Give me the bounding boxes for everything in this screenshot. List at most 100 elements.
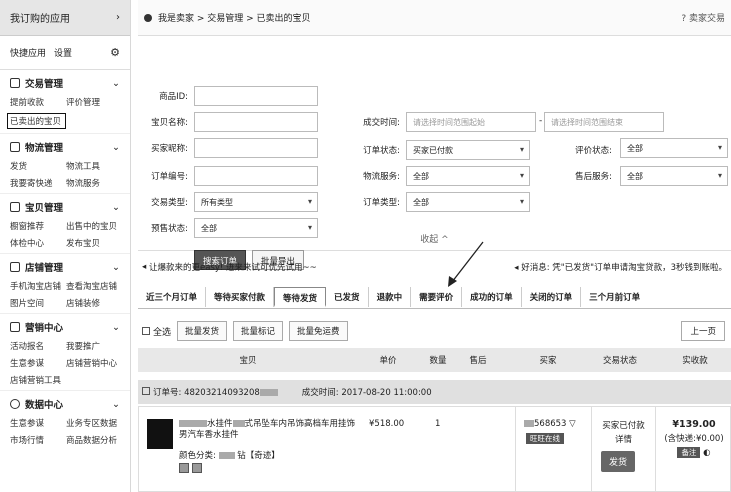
logistics-label: 物流服务: <box>363 172 400 182</box>
sidebar-link[interactable]: 橱窗推荐 <box>10 220 66 232</box>
time-end-input[interactable]: 请选择时间范围结束 <box>544 112 664 132</box>
product-title[interactable]: 水挂件 式吊坠车内吊饰高档车用挂饰 男汽车香水挂件 <box>179 419 359 441</box>
item-name-label: 宝贝名称: <box>151 118 188 128</box>
flag-icon[interactable]: ◐ <box>703 448 710 458</box>
section-header[interactable]: 店铺管理 ⌄ <box>10 260 120 274</box>
tab-older[interactable]: 三个月前订单 <box>581 287 648 307</box>
sidebar-link[interactable]: 商品数据分析 <box>66 434 120 446</box>
trade-type-select[interactable]: 所有类型 <box>194 192 318 212</box>
tab-awaiting-shipment[interactable]: 等待发货 <box>274 287 327 307</box>
table-row: 水挂件 式吊坠车内吊饰高档车用挂饰 男汽车香水挂件 颜色分类: 钻【奇迹】 ¥51… <box>138 406 731 492</box>
section-header[interactable]: 宝贝管理 ⌄ <box>10 200 120 214</box>
tab-need-review[interactable]: 需要评价 <box>411 287 463 307</box>
breadcrumb-text[interactable]: 我是卖家 > 交易管理 > 已卖出的宝贝 <box>158 11 311 24</box>
section-header[interactable]: 物流管理 ⌄ <box>10 140 120 154</box>
tab-closed[interactable]: 关闭的订单 <box>522 287 582 307</box>
tab-awaiting-payment[interactable]: 等待买家付款 <box>206 287 275 307</box>
tab-success[interactable]: 成功的订单 <box>462 287 522 307</box>
sidebar-link[interactable]: 活动报名 <box>10 340 66 352</box>
sidebar-link[interactable]: 店铺装修 <box>66 297 120 309</box>
trade-type-label: 交易类型: <box>151 198 188 208</box>
sidebar-link[interactable]: 生意参谋 <box>10 357 66 369</box>
product-id-label: 商品ID: <box>159 92 188 102</box>
section-header[interactable]: 营销中心 ⌄ <box>10 320 120 334</box>
my-apps-header[interactable]: 我订购的应用 › <box>0 0 130 36</box>
sidebar-link-sold-items[interactable]: 已卖出的宝贝 <box>7 113 66 129</box>
deal-time: 成交时间: 2017-08-20 11:00:00 <box>301 388 432 398</box>
promo-left[interactable]: 让爆款来的更easy! 进来来试可优先试用~~ <box>149 261 317 273</box>
col-qty: 数量 <box>429 356 447 366</box>
col-aftersale: 售后 <box>469 356 487 366</box>
sidebar-link[interactable]: 物流工具 <box>66 160 120 172</box>
product-id-input[interactable] <box>194 86 318 106</box>
order-no-label: 订单编号: <box>151 172 188 182</box>
tab-recent[interactable]: 近三个月订单 <box>138 287 207 307</box>
settings-link[interactable]: 设置 <box>54 46 72 59</box>
product-sku: 颜色分类: 钻【奇迹】 <box>179 449 280 461</box>
quick-apps-label[interactable]: 快捷应用 <box>10 46 46 59</box>
sidebar-link[interactable]: 提前收款 <box>10 96 66 108</box>
gear-icon[interactable]: ⚙ <box>110 46 120 59</box>
range-dash: - <box>539 116 543 126</box>
sidebar-link[interactable]: 图片空间 <box>10 297 66 309</box>
detail-link[interactable]: 详情 <box>592 433 655 445</box>
breadcrumb: 我是卖家 > 交易管理 > 已卖出的宝贝 ? 卖家交易 <box>138 0 731 36</box>
sidebar-link[interactable]: 评价管理 <box>66 96 120 108</box>
batch-free-shipping-button[interactable]: 批量免运费 <box>289 321 348 341</box>
sidebar-link[interactable]: 物流服务 <box>66 177 120 189</box>
select-all[interactable]: 全选 <box>142 325 171 338</box>
item-name-input[interactable] <box>194 112 318 132</box>
order-checkbox[interactable] <box>142 387 150 395</box>
ship-button[interactable]: 发货 <box>601 451 636 472</box>
buyer-nick-input[interactable] <box>194 138 318 158</box>
order-status-select[interactable]: 买家已付款 <box>406 140 530 160</box>
col-paid: 实收款 <box>682 356 708 366</box>
filter-icon[interactable]: ▽ <box>569 419 576 429</box>
sidebar-link[interactable]: 出售中的宝贝 <box>66 220 120 232</box>
sidebar-link[interactable]: 我要寄快递 <box>10 177 66 189</box>
tab-refunding[interactable]: 退款中 <box>369 287 412 307</box>
sidebar-link[interactable]: 店铺营销工具 <box>10 374 66 386</box>
prev-page-button[interactable]: 上一页 <box>681 321 725 341</box>
sidebar-link[interactable]: 店铺营销中心 <box>66 357 120 369</box>
sidebar-link[interactable]: 体检中心 <box>10 237 66 249</box>
chevron-down-icon: ⌄ <box>112 321 120 333</box>
aftersale-select[interactable]: 全部 <box>620 166 728 186</box>
sidebar-link[interactable]: 发布宝贝 <box>66 237 120 249</box>
batch-mark-button[interactable]: 批量标记 <box>233 321 284 341</box>
memo-badge[interactable]: 备注 <box>677 447 701 458</box>
time-start-input[interactable]: 请选择时间范围起始 <box>406 112 536 132</box>
section-header[interactable]: 数据中心 ⌄ <box>10 397 120 411</box>
section-header[interactable]: 交易管理 ⌄ <box>10 76 120 90</box>
sidebar-link[interactable]: 生意参谋 <box>10 417 66 429</box>
checkbox[interactable] <box>142 326 150 335</box>
order-type-label: 订单类型: <box>363 198 400 208</box>
product-thumbnail[interactable] <box>147 419 173 449</box>
tab-shipped[interactable]: 已发货 <box>326 287 369 307</box>
section-logistics: 物流管理 ⌄ 发货 物流工具 我要寄快递 物流服务 <box>0 134 130 194</box>
help-link[interactable]: ? 卖家交易 <box>681 11 725 24</box>
promo-right[interactable]: 好消息: 凭"已发货"订单申请淘宝贷款，3秒钱到账啦。 <box>521 263 727 273</box>
wangwang-badge[interactable]: 旺旺在线 <box>526 433 564 444</box>
select-all-label: 全选 <box>153 327 172 338</box>
sidebar-link[interactable]: 市场行情 <box>10 434 66 446</box>
sidebar-link[interactable]: 发货 <box>10 160 66 172</box>
logistics-select[interactable]: 全部 <box>406 166 530 186</box>
sidebar-link[interactable]: 业务专区数据 <box>66 417 120 429</box>
order-no-input[interactable] <box>194 166 318 186</box>
sidebar-link[interactable]: 手机淘宝店铺 <box>10 280 66 292</box>
col-price: 单价 <box>379 356 397 366</box>
home-icon <box>144 13 152 22</box>
buyer-name[interactable]: 568653 <box>534 419 566 429</box>
collapse-toggle[interactable]: 收起 ^ <box>138 232 731 245</box>
order-type-select[interactable]: 全部 <box>406 192 530 212</box>
service-icon[interactable] <box>191 463 202 473</box>
section-title: 宝贝管理 <box>25 203 64 214</box>
col-item: 宝贝 <box>239 356 257 366</box>
review-status-select[interactable]: 全部 <box>620 138 728 158</box>
service-icon[interactable] <box>179 463 189 473</box>
sidebar-link[interactable]: 查看淘宝店铺 <box>66 280 120 292</box>
section-title: 数据中心 <box>25 400 64 411</box>
sidebar-link[interactable]: 我要推广 <box>66 340 120 352</box>
batch-ship-button[interactable]: 批量发货 <box>177 321 228 341</box>
